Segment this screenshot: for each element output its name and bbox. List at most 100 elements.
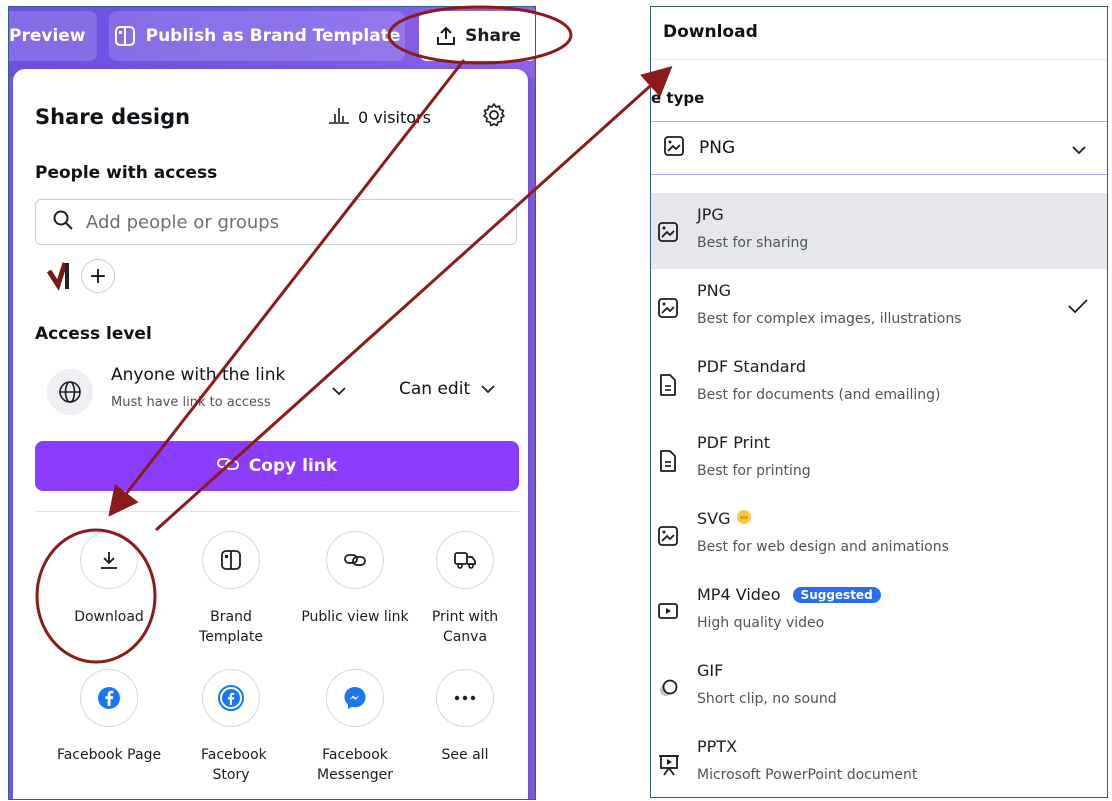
more-icon [436, 669, 494, 727]
suggested-badge: Suggested [792, 586, 881, 603]
option-name: JPG [697, 205, 724, 224]
print-with-canva-action[interactable]: Print with Canva [405, 531, 525, 647]
access-hint: Must have link to access [111, 395, 271, 410]
access-level-heading: Access level [35, 324, 152, 344]
document-icon [657, 373, 679, 401]
globe-icon [47, 369, 93, 415]
option-name-row: SVG [697, 509, 751, 528]
option-pdf-print[interactable]: PDF Print Best for printing [651, 421, 1107, 497]
action-label: See all [441, 747, 489, 763]
truck-icon [436, 531, 494, 589]
action-label: Download [74, 609, 144, 625]
avatar [46, 261, 81, 295]
action-label: Brand Template [199, 609, 263, 645]
option-desc: Microsoft PowerPoint document [697, 767, 918, 783]
chevron-down-icon [480, 379, 496, 399]
download-panel-screenshot: Download e type PNG JPG Best for sharing… [650, 6, 1108, 798]
share-design-card: Share design 0 visitors People with acce… [13, 69, 528, 799]
share-panel-screenshot: Preview Publish as Brand Template Share … [8, 6, 536, 800]
option-jpg[interactable]: JPG Best for sharing [651, 193, 1107, 269]
add-person-button[interactable]: + [81, 259, 115, 293]
chevron-down-icon[interactable] [331, 381, 347, 400]
presentation-icon [657, 753, 681, 781]
public-view-link-action[interactable]: Public view link [295, 531, 415, 627]
option-desc: Short clip, no sound [697, 691, 837, 707]
selected-file-type: PNG [699, 138, 736, 158]
option-png[interactable]: PNG Best for complex images, illustratio… [651, 269, 1107, 345]
image-icon [657, 525, 679, 551]
image-icon [657, 221, 679, 247]
option-name-row: MP4 Video Suggested [697, 585, 881, 604]
option-name: PDF Standard [697, 357, 807, 376]
preview-button-label: Preview [9, 26, 86, 46]
gear-icon[interactable] [481, 102, 507, 132]
chevron-down-icon [1071, 140, 1087, 160]
option-name: GIF [697, 661, 724, 680]
brand-template-action[interactable]: Brand Template [171, 531, 291, 647]
option-mp4-video[interactable]: MP4 Video Suggested High quality video [651, 573, 1107, 649]
crown-icon [736, 509, 751, 528]
brand-template-icon [114, 25, 136, 47]
publish-brand-template-button[interactable]: Publish as Brand Template [109, 11, 405, 61]
file-type-select[interactable]: PNG [651, 121, 1107, 175]
divider [651, 59, 1107, 60]
action-label: Print with Canva [431, 609, 499, 645]
people-with-access-heading: People with access [35, 163, 218, 183]
option-pptx[interactable]: PPTX Microsoft PowerPoint document [651, 725, 1107, 797]
download-action[interactable]: Download [49, 531, 169, 627]
publish-button-label: Publish as Brand Template [145, 26, 401, 46]
facebook-messenger-action[interactable]: Facebook Messenger [295, 669, 415, 785]
visitors-count[interactable]: 0 visitors [328, 106, 431, 128]
action-label: Facebook Story [201, 747, 267, 783]
facebook-icon [80, 669, 138, 727]
divider [35, 511, 519, 512]
option-name: PNG [697, 281, 732, 300]
option-desc: Best for sharing [697, 235, 809, 251]
permission-label: Can edit [399, 379, 471, 399]
option-pdf-standard[interactable]: PDF Standard Best for documents (and ema… [651, 345, 1107, 421]
search-icon [52, 209, 74, 236]
bar-chart-icon [328, 106, 350, 128]
image-icon [657, 297, 679, 323]
video-icon [657, 601, 679, 625]
messenger-icon [326, 669, 384, 727]
add-people-placeholder: Add people or groups [86, 211, 280, 233]
action-label: Public view link [301, 609, 409, 625]
facebook-story-action[interactable]: Facebook Story [171, 669, 291, 785]
brand-template-icon [202, 531, 260, 589]
plus-icon: + [88, 263, 108, 289]
action-label: Facebook Messenger [316, 747, 394, 783]
permission-select[interactable]: Can edit [399, 379, 496, 399]
option-name: PDF Print [697, 433, 771, 452]
option-desc: Best for web design and animations [697, 539, 949, 555]
facebook-page-action[interactable]: Facebook Page [49, 669, 169, 765]
document-icon [657, 449, 679, 477]
link-icon [326, 531, 384, 589]
file-type-label: e type [651, 89, 705, 107]
option-gif[interactable]: GIF Short clip, no sound [651, 649, 1107, 725]
checkmark-icon [1067, 297, 1089, 319]
gif-icon [657, 677, 681, 703]
share-design-title: Share design [35, 105, 191, 129]
share-button-label: Share [465, 26, 521, 46]
add-people-input[interactable]: Add people or groups [35, 199, 517, 245]
access-mode-select[interactable]: Anyone with the link [111, 365, 285, 385]
image-icon [663, 135, 685, 162]
link-icon [216, 456, 239, 476]
option-desc: Best for printing [697, 463, 811, 479]
visitors-label: 0 visitors [358, 107, 431, 127]
option-desc: High quality video [697, 615, 825, 631]
option-svg[interactable]: SVG Best for web design and animations [651, 497, 1107, 573]
share-upload-icon [435, 25, 457, 47]
option-desc: Best for documents (and emailing) [697, 387, 941, 403]
download-icon [80, 531, 138, 589]
option-name: PPTX [697, 737, 738, 756]
copy-link-button[interactable]: Copy link [35, 441, 519, 491]
copy-link-label: Copy link [248, 456, 338, 476]
action-label: Facebook Page [56, 747, 162, 763]
see-all-action[interactable]: See all [405, 669, 525, 765]
option-name: SVG [697, 509, 731, 528]
option-name: MP4 Video [697, 585, 781, 604]
preview-button[interactable]: Preview [9, 11, 97, 61]
share-button[interactable]: Share [419, 11, 535, 61]
